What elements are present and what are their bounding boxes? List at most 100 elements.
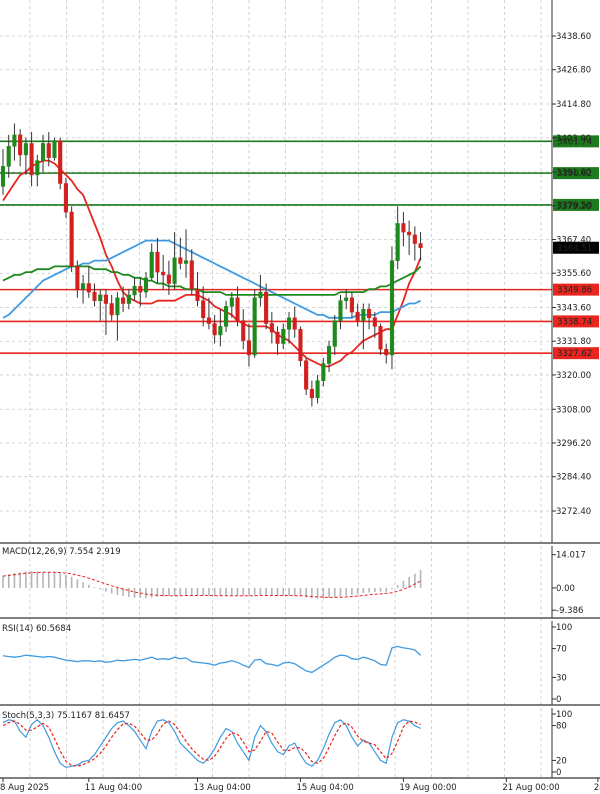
candle-body — [304, 360, 309, 390]
x-tick-label: 13 Aug 04:00 — [193, 783, 250, 793]
candle-body — [98, 294, 103, 301]
candle-body — [286, 317, 292, 330]
horizontal-levels[interactable]: 3401.743390.623379.503349.863338.743327.… — [0, 135, 599, 360]
candle-body — [86, 283, 91, 293]
candle-body — [58, 140, 63, 184]
y-tick-label: 3355.60 — [556, 269, 591, 279]
candle-body — [338, 300, 343, 321]
macd-tick-label: 14.017 — [556, 551, 586, 561]
candle-body — [418, 243, 423, 249]
moving-average-line — [2, 265, 422, 296]
candle-body — [309, 388, 314, 399]
candle-body — [401, 223, 406, 233]
time-axis: 8 Aug 2025 11 Aug 04:00 13 Aug 04:00 15 Aug… — [0, 778, 600, 793]
stoch-tick-label: 20 — [556, 756, 567, 766]
candle-body — [378, 326, 383, 350]
macd-tick-label: 0.00 — [556, 584, 575, 594]
candle-body — [361, 308, 366, 321]
candle-body — [229, 297, 234, 307]
rsi-tick-label: 100 — [556, 623, 572, 633]
y-tick-label: 3272.40 — [556, 507, 591, 517]
candle-body — [12, 134, 17, 147]
candle-body — [321, 363, 326, 381]
macd-panel: 14.017 0.00 -9.386 — [2, 551, 586, 616]
stoch-tick-label: 0 — [556, 768, 561, 778]
candle-body — [138, 286, 143, 293]
candle-body — [63, 183, 68, 213]
y-tick-label: 3308.00 — [556, 405, 591, 415]
level-label: 3327.62 — [557, 349, 592, 359]
rsi-panel: 100 70 30 0 — [2, 623, 572, 705]
y-tick-label: 3379.20 — [556, 202, 591, 212]
y-tick-label: 3391.00 — [556, 168, 591, 178]
y-tick-label: 3414.80 — [556, 100, 591, 110]
candle-body — [161, 271, 166, 276]
candle-body — [315, 380, 320, 399]
stoch-title: Stoch(5,3,3) 75.1167 81.6457 — [2, 711, 130, 721]
candle-body — [81, 283, 86, 290]
candle-body — [241, 320, 246, 341]
candlesticks — [0, 123, 423, 407]
candle-body — [218, 326, 223, 336]
candle-body — [92, 291, 97, 301]
x-tick-label: 11 Aug 04:00 — [85, 783, 142, 793]
candle-body — [332, 320, 337, 347]
candle-body — [6, 146, 11, 167]
y-tick-label: 3296.20 — [556, 439, 591, 449]
candle-body — [75, 266, 80, 290]
level-label: 3338.74 — [557, 317, 592, 327]
candle-body — [52, 140, 57, 159]
y-tick-label: 3403.00 — [556, 134, 591, 144]
candle-body — [126, 294, 131, 304]
candle-body — [121, 297, 126, 304]
candle-body — [46, 143, 51, 159]
stoch-d-line — [2, 720, 421, 767]
candle-body — [29, 143, 34, 176]
candle-body — [18, 134, 23, 156]
level-label: 3349.86 — [557, 286, 592, 296]
rsi-title: RSI(14) 60.5684 — [2, 624, 71, 634]
candle-body — [155, 251, 160, 273]
candle-body — [269, 323, 274, 333]
current-price-label: 3364.51 — [557, 244, 592, 254]
candle-body — [143, 277, 149, 293]
candle-body — [189, 260, 194, 290]
candle-body — [212, 323, 217, 336]
candle-body — [224, 306, 229, 327]
candle-body — [132, 286, 137, 296]
y-tick-label: 3284.40 — [556, 473, 591, 483]
candle-body — [235, 297, 240, 321]
candle-body — [298, 328, 303, 361]
candle-body — [195, 288, 200, 301]
candle-body — [69, 211, 74, 267]
candle-body — [23, 143, 28, 156]
candle-body — [178, 257, 183, 264]
x-tick-label: 24 Aug 22:01 — [594, 783, 600, 793]
candle-body — [407, 231, 412, 236]
stoch-tick-label: 100 — [556, 710, 572, 720]
candle-body — [40, 143, 46, 161]
y-tick-label: 3426.80 — [556, 66, 591, 76]
y-tick-label: 3331.80 — [556, 337, 591, 347]
candle-body — [355, 311, 360, 321]
macd-title: MACD(12,26,9) 7.554 2.919 — [2, 547, 121, 557]
candle-body — [395, 223, 400, 261]
candle-body — [258, 291, 263, 299]
candle-body — [372, 317, 377, 327]
forex-chart[interactable]: 3401.743390.623379.503349.863338.743327.… — [0, 0, 600, 794]
candle-body — [109, 303, 114, 316]
candle-body — [252, 297, 257, 356]
stoch-tick-label: 80 — [556, 722, 567, 732]
rsi-line — [2, 645, 422, 674]
candle-body — [35, 160, 40, 176]
candle-body — [326, 346, 332, 364]
candle-body — [166, 274, 171, 284]
candle-body — [206, 317, 211, 324]
candle-body — [344, 297, 349, 301]
candle-body — [412, 234, 417, 244]
x-tick-label: 21 Aug 00:00 — [502, 783, 559, 793]
candle-body — [292, 317, 297, 330]
candle-body — [384, 348, 389, 356]
candle-body — [349, 297, 354, 313]
candle-body — [389, 260, 395, 356]
